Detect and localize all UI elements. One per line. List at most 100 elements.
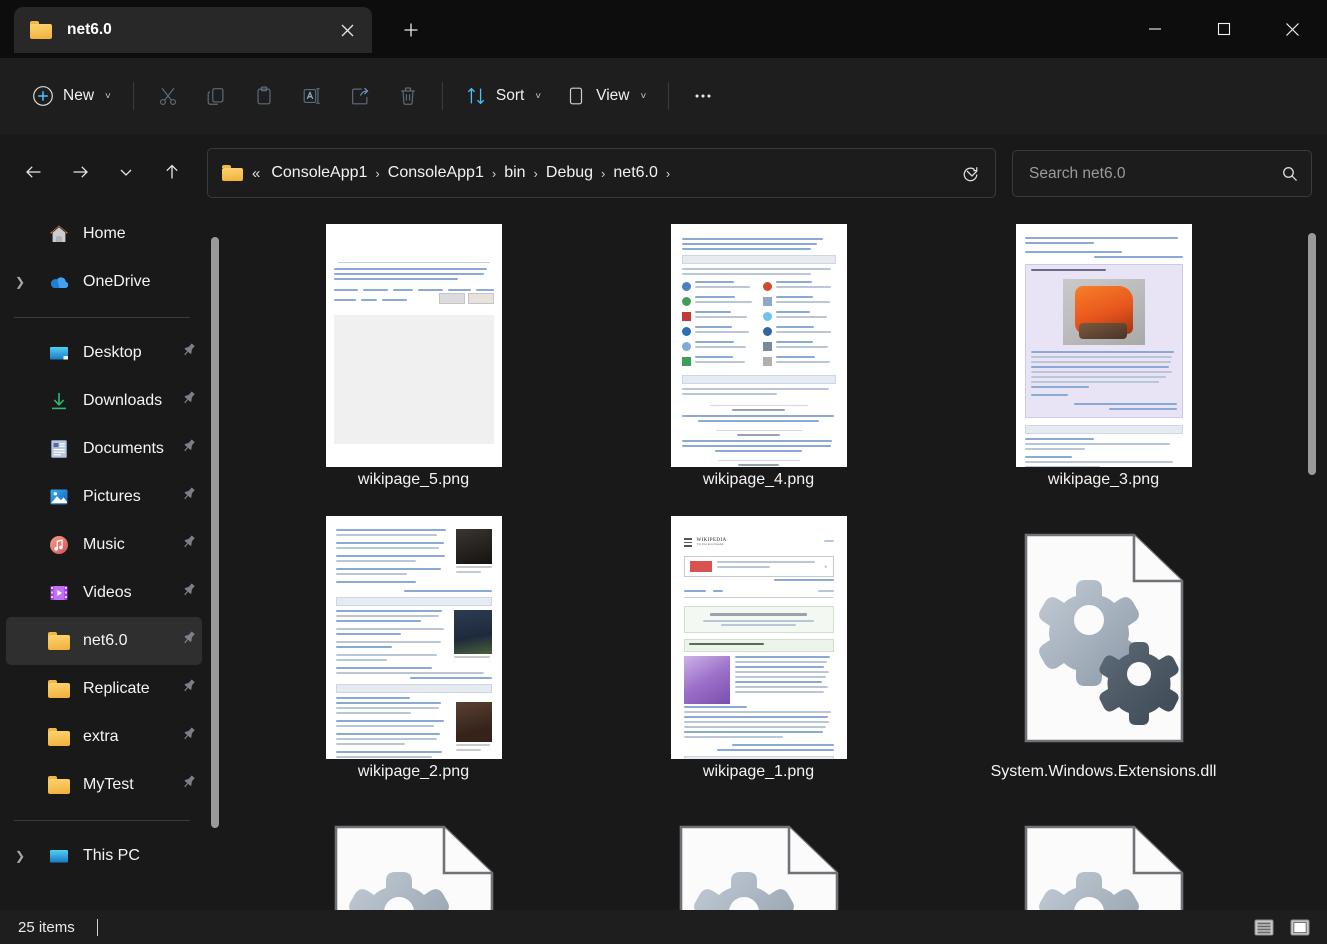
image-thumbnail-main-page: WIKIPEDIA The Free Encyclopedia ✕: [670, 516, 847, 759]
breadcrumb-separator[interactable]: ›: [664, 166, 672, 181]
up-button[interactable]: [154, 154, 190, 190]
view-toggle-group: [1249, 914, 1315, 940]
file-item[interactable]: [586, 808, 931, 910]
thumbnail: [1015, 224, 1192, 467]
file-item[interactable]: [931, 808, 1276, 910]
breadcrumb-crumb-1[interactable]: ConsoleApp1: [382, 160, 490, 186]
file-item[interactable]: [241, 808, 586, 910]
sidebar-item-videos[interactable]: › Videos: [6, 569, 202, 617]
breadcrumb-crumb-4[interactable]: net6.0: [607, 160, 663, 186]
pin-icon[interactable]: [174, 679, 195, 697]
pin-icon[interactable]: [174, 487, 195, 505]
this-pc-icon: [48, 845, 70, 867]
sidebar-item-this-pc[interactable]: ❯ This PC: [6, 832, 202, 880]
folder-icon: [48, 775, 70, 795]
sidebar-item-home[interactable]: › Home: [6, 210, 202, 258]
pin-icon[interactable]: [174, 439, 195, 457]
cut-button[interactable]: [144, 76, 192, 116]
recent-locations-button[interactable]: [108, 154, 144, 190]
monitor-icon: [570, 87, 583, 105]
breadcrumb[interactable]: « ConsoleApp1 › ConsoleApp1 › bin › Debu…: [207, 148, 996, 198]
file-item[interactable]: System.Windows.Extensions.dll: [931, 516, 1276, 808]
breadcrumb-separator[interactable]: ›: [490, 166, 498, 181]
refresh-button[interactable]: [952, 156, 988, 192]
maximize-button[interactable]: [1189, 0, 1258, 58]
file-item[interactable]: wikipage_2.png: [241, 516, 586, 808]
file-list-view[interactable]: wikipage_5.png wikipage_4.png wikipage_3…: [236, 210, 1313, 910]
share-button[interactable]: [336, 76, 384, 116]
breadcrumb-separator[interactable]: ›: [532, 166, 540, 181]
new-button[interactable]: New ˅: [20, 76, 123, 116]
details-view-button[interactable]: [1249, 914, 1279, 940]
chevron-down-icon: [120, 169, 132, 176]
rename-button[interactable]: [288, 76, 336, 116]
file-name: wikipage_5.png: [357, 471, 470, 488]
sort-button[interactable]: Sort ˅: [453, 76, 553, 116]
tab-close-icon[interactable]: [332, 15, 362, 45]
file-item[interactable]: WIKIPEDIA The Free Encyclopedia ✕ wikipa…: [586, 516, 931, 808]
forward-button[interactable]: [62, 154, 98, 190]
copy-button[interactable]: [192, 76, 240, 116]
file-item[interactable]: wikipage_5.png: [241, 224, 586, 516]
sidebar-item-desktop[interactable]: › Desktop: [6, 329, 202, 377]
file-item[interactable]: wikipage_3.png: [931, 224, 1276, 516]
navigation-sidebar[interactable]: › Home ❯ OneDrive ›: [0, 210, 208, 910]
sidebar-item-music[interactable]: › Music: [6, 521, 202, 569]
minimize-button[interactable]: [1120, 0, 1189, 58]
folder-icon: [48, 631, 70, 651]
breadcrumb-separator[interactable]: ›: [373, 166, 381, 181]
sidebar-item-onedrive[interactable]: ❯ OneDrive: [6, 258, 202, 306]
file-name: wikipage_4.png: [702, 471, 815, 488]
rename-icon: [303, 88, 320, 104]
sidebar-scrollbar-thumb[interactable]: [211, 237, 219, 828]
new-tab-button[interactable]: [390, 14, 432, 46]
close-button[interactable]: [1258, 0, 1327, 58]
folder-icon: [48, 679, 70, 699]
folder-icon: [30, 21, 52, 39]
chevron-right-icon[interactable]: ❯: [8, 849, 32, 863]
pin-icon[interactable]: [174, 391, 195, 409]
back-button[interactable]: [16, 154, 52, 190]
more-options-button[interactable]: [679, 76, 727, 116]
desktop-icon: [48, 342, 70, 364]
sidebar-item-extra[interactable]: › extra: [6, 713, 202, 761]
toolbar-divider-1: [132, 82, 134, 110]
delete-button[interactable]: [384, 76, 432, 116]
sidebar-item-net60[interactable]: › net6.0: [6, 617, 202, 665]
pin-icon[interactable]: [174, 343, 195, 361]
pin-icon[interactable]: [174, 583, 195, 601]
pin-icon[interactable]: [174, 631, 195, 649]
file-name: wikipage_2.png: [357, 763, 470, 780]
content-scrollbar-thumb[interactable]: [1308, 233, 1316, 475]
title-bar: net6.0: [0, 0, 1327, 58]
sidebar-item-replicate[interactable]: › Replicate: [6, 665, 202, 713]
view-button[interactable]: View ˅: [553, 76, 658, 116]
arrow-left-icon: [26, 166, 41, 178]
dll-file-icon: [675, 824, 843, 910]
pin-icon[interactable]: [174, 775, 195, 793]
search-input[interactable]: [1029, 164, 1281, 183]
breadcrumb-overflow[interactable]: «: [243, 165, 265, 182]
breadcrumb-crumb-3[interactable]: Debug: [540, 160, 599, 186]
paste-button[interactable]: [240, 76, 288, 116]
search-box[interactable]: [1012, 150, 1312, 197]
large-icons-view-button[interactable]: [1285, 914, 1315, 940]
breadcrumb-separator[interactable]: ›: [599, 166, 607, 181]
dll-file-icon: [1020, 532, 1188, 744]
breadcrumb-crumb-0[interactable]: ConsoleApp1: [265, 160, 373, 186]
command-toolbar: New ˅ Sort ˅ View ˅: [0, 58, 1327, 134]
refresh-icon: [963, 166, 977, 181]
breadcrumb-crumb-2[interactable]: bin: [498, 160, 531, 186]
file-item[interactable]: wikipage_4.png: [586, 224, 931, 516]
sidebar-item-mytest[interactable]: › MyTest: [6, 761, 202, 809]
pin-icon[interactable]: [174, 535, 195, 553]
search-icon[interactable]: [1281, 165, 1299, 183]
pin-icon[interactable]: [174, 727, 195, 745]
sidebar-item-downloads[interactable]: › Downloads: [6, 377, 202, 425]
pictures-icon: [48, 486, 70, 508]
sidebar-item-pictures[interactable]: › Pictures: [6, 473, 202, 521]
sidebar-item-documents[interactable]: › Documents: [6, 425, 202, 473]
chevron-right-icon[interactable]: ❯: [8, 275, 32, 289]
sidebar-item-label: This PC: [83, 847, 140, 864]
tab-net60[interactable]: net6.0: [14, 7, 372, 53]
